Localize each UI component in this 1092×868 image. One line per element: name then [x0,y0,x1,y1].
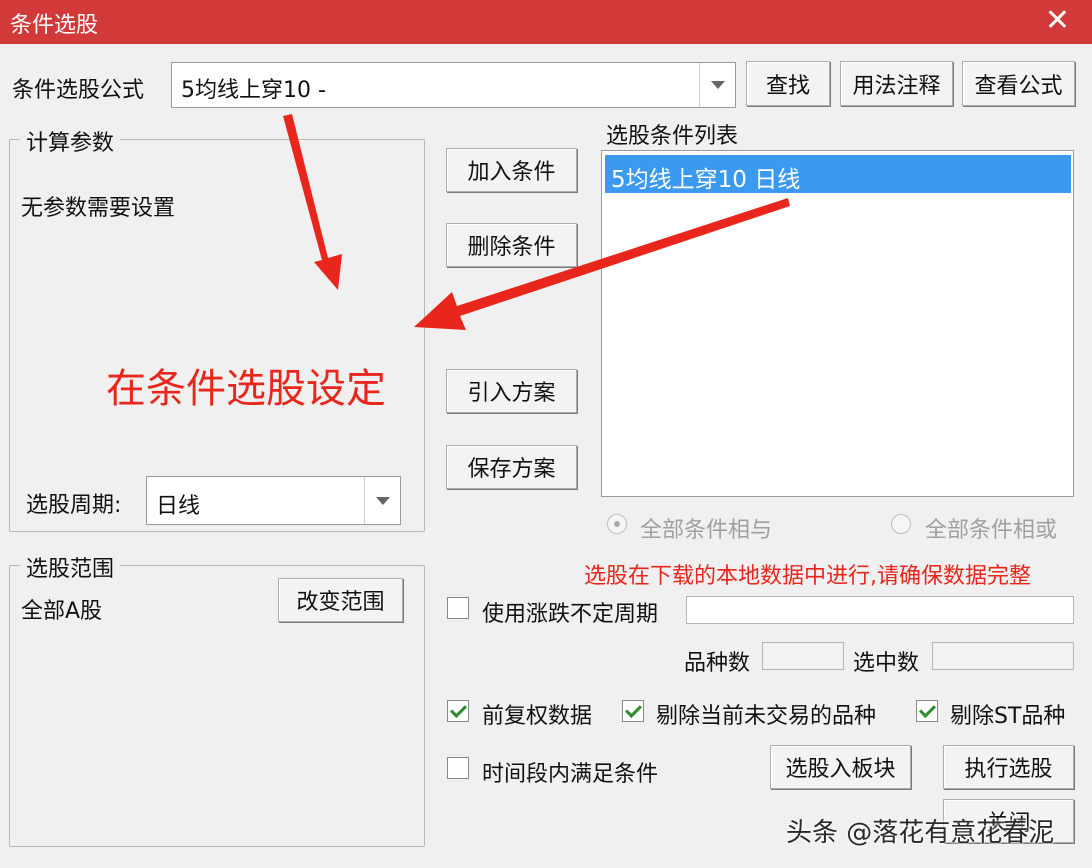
conditions-list[interactable]: 5均线上穿10 日线 [601,150,1074,497]
list-item[interactable]: 5均线上穿10 日线 [605,155,1071,193]
title-bar: 条件选股 ✕ [0,0,1092,44]
to-block-button[interactable]: 选股入板块 [770,745,911,789]
close-icon[interactable]: ✕ [1045,4,1070,38]
selected-count-field [932,642,1074,670]
exclude-untraded-checkbox[interactable] [622,700,644,722]
chevron-down-icon[interactable] [364,477,400,524]
params-legend: 计算参数 [20,125,121,157]
formula-label: 条件选股公式 [12,78,145,103]
range-legend: 选股范围 [20,551,121,583]
uncertain-period-input[interactable] [686,596,1074,624]
delete-condition-button[interactable]: 删除条件 [446,223,577,267]
period-value: 日线 [156,494,201,519]
no-params-text: 无参数需要设置 [21,196,176,221]
exclude-st-label: 剔除ST品种 [950,704,1066,729]
exclude-st-checkbox[interactable] [916,700,938,722]
forward-adjusted-checkbox[interactable] [447,700,469,722]
annotation-text: 在条件选股设定 [106,366,386,412]
forward-adjusted-label: 前复权数据 [482,704,593,729]
window-title: 条件选股 [10,13,99,38]
exclude-untraded-label: 剔除当前未交易的品种 [656,704,877,729]
radio-or-label: 全部条件相或 [925,518,1058,543]
range-value: 全部A股 [21,599,103,624]
watermark: 头条 @落花有意花春泥 [786,818,1055,848]
time-range-checkbox[interactable] [447,757,469,779]
usage-notes-button[interactable]: 用法注释 [840,61,953,106]
radio-and[interactable] [607,514,627,534]
change-range-button[interactable]: 改变范围 [278,578,403,622]
formula-combo[interactable]: 5均线上穿10 - [171,62,736,108]
use-uncertain-period-checkbox[interactable] [447,597,469,619]
notice-text: 选股在下载的本地数据中进行,请确保数据完整 [584,564,1031,589]
chevron-down-icon[interactable] [699,63,735,107]
formula-value: 5均线上穿10 - [181,78,326,103]
radio-or[interactable] [891,514,911,534]
variety-count-label: 品种数 [684,651,751,676]
import-plan-button[interactable]: 引入方案 [446,369,577,413]
time-range-label: 时间段内满足条件 [482,762,659,787]
use-uncertain-period-label: 使用涨跌不定周期 [482,602,659,627]
variety-count-field [762,642,844,670]
selected-count-label: 选中数 [853,651,920,676]
find-button[interactable]: 查找 [746,61,830,106]
save-plan-button[interactable]: 保存方案 [446,445,577,489]
conditions-label: 选股条件列表 [606,124,739,149]
view-formula-button[interactable]: 查看公式 [962,61,1075,106]
add-condition-button[interactable]: 加入条件 [446,148,577,192]
radio-and-label: 全部条件相与 [640,518,773,543]
execute-button[interactable]: 执行选股 [943,745,1074,789]
period-label: 选股周期: [26,493,122,518]
period-combo[interactable]: 日线 [146,476,401,525]
